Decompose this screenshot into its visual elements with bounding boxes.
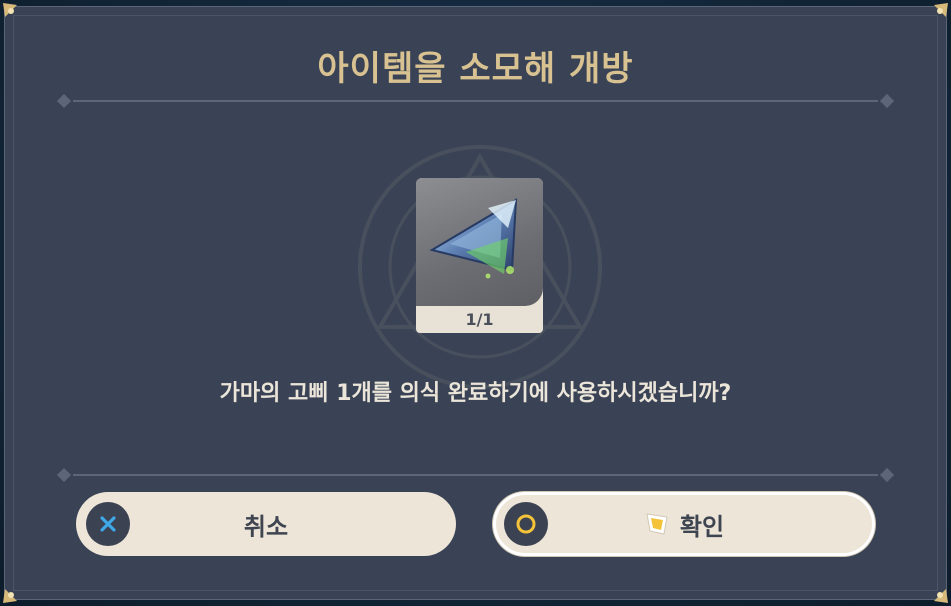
item-count: 1/1 [465, 310, 494, 329]
corner-ornament-icon [1, 1, 29, 29]
corner-ornament-icon [922, 1, 950, 29]
item-card[interactable]: 1/1 [416, 178, 543, 333]
cancel-button-label: 취소 [243, 512, 289, 541]
circle-icon [504, 502, 548, 546]
confirm-button-label: 확인 [679, 512, 725, 541]
corner-ornament-icon [1, 577, 29, 605]
divider [55, 93, 896, 109]
confirm-message: 가마의 고삐 1개를 의식 완료하기에 사용하시겠습니까? [219, 381, 732, 406]
cancel-button[interactable]: 취소 [76, 492, 456, 556]
dialog-title: 아이템을 소모해 개방 [317, 49, 634, 89]
confirm-button[interactable]: 확인 [493, 492, 875, 556]
star-icon [646, 513, 668, 535]
corner-ornament-icon [922, 577, 950, 605]
item-image [416, 178, 543, 306]
divider [55, 467, 896, 483]
prism-crystal-icon [429, 198, 518, 279]
cross-icon [86, 502, 130, 546]
